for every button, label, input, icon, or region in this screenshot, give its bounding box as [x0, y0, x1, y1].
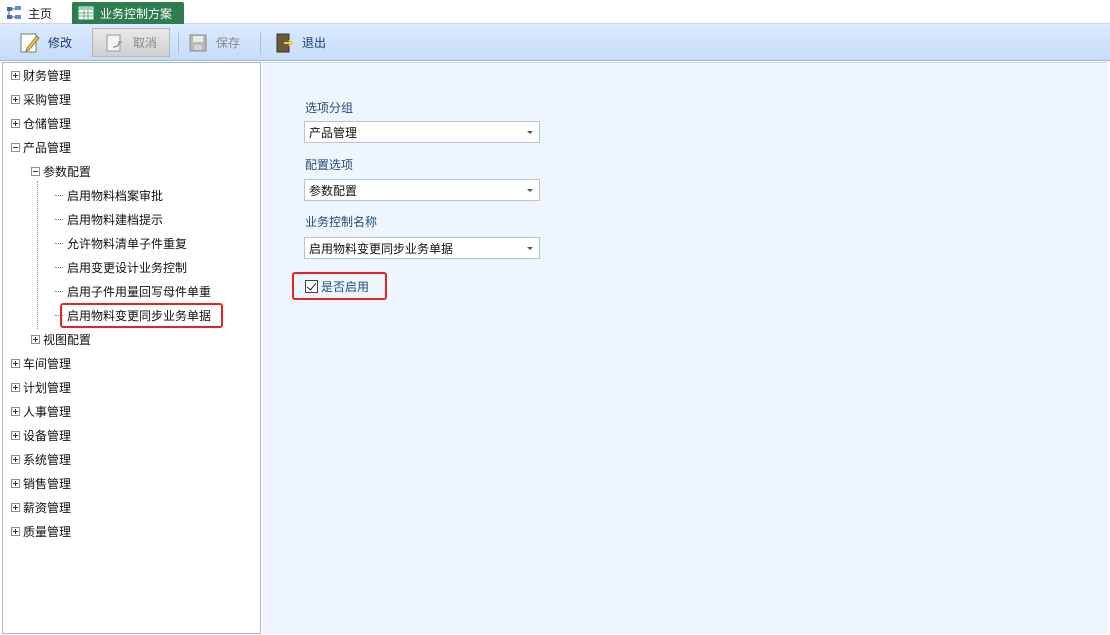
- tree-node[interactable]: 车间管理: [11, 353, 71, 373]
- tree-node[interactable]: 财务管理: [11, 65, 71, 85]
- group-select-value: 产品管理: [309, 125, 358, 140]
- tree-node-label: 人事管理: [23, 404, 72, 419]
- cancel-label: 取消: [133, 36, 158, 50]
- tab-bar: 主页 业务控制方案: [0, 0, 1110, 24]
- tree-node-label: 质量管理: [23, 524, 72, 539]
- tree-line: [37, 181, 38, 329]
- tree-node-label: 仓储管理: [23, 116, 72, 131]
- tree-node-label: 系统管理: [23, 452, 72, 467]
- tree-node-product[interactable]: 产品管理: [11, 137, 71, 157]
- tree-node[interactable]: 设备管理: [11, 425, 71, 445]
- tab-home[interactable]: 主页: [6, 2, 66, 24]
- expand-icon[interactable]: [11, 94, 20, 104]
- edit-icon: [18, 31, 42, 55]
- config-label: 配置选项: [305, 158, 354, 172]
- save-icon: [186, 31, 210, 55]
- chevron-down-icon[interactable]: [521, 238, 539, 258]
- tree-node[interactable]: 仓储管理: [11, 113, 71, 133]
- name-select-value: 启用物料变更同步业务单据: [309, 241, 454, 256]
- config-select[interactable]: 参数配置: [304, 179, 540, 201]
- navigation-tree: 财务管理 采购管理 仓储管理 产品管理 参数配置 启用物料档案审批 启用物料建档…: [2, 62, 261, 634]
- tree-leaf-label: 允许物料清单子件重复: [67, 236, 188, 251]
- enabled-checkbox[interactable]: [305, 280, 318, 293]
- expand-icon[interactable]: [11, 526, 20, 536]
- tree-node-label: 设备管理: [23, 428, 72, 443]
- tree-leaf[interactable]: 启用变更设计业务控制: [55, 257, 187, 277]
- tree-leaf[interactable]: 启用子件用量回写母件单重: [55, 281, 211, 301]
- tree-leaf-label: 启用物料建档提示: [67, 212, 164, 227]
- tab-home-label: 主页: [28, 6, 53, 21]
- exit-button[interactable]: 退出: [272, 28, 342, 57]
- expand-icon[interactable]: [11, 118, 20, 128]
- tree-node-label: 销售管理: [23, 476, 72, 491]
- tree-node-param-config[interactable]: 参数配置: [31, 161, 91, 181]
- name-select[interactable]: 启用物料变更同步业务单据: [304, 237, 540, 259]
- tab-business-control-label: 业务控制方案: [100, 6, 173, 21]
- exit-door-icon: [272, 31, 296, 55]
- save-button[interactable]: 保存: [186, 28, 248, 57]
- expand-icon[interactable]: [31, 334, 40, 344]
- tree-node-label: 参数配置: [43, 164, 92, 179]
- save-label: 保存: [216, 36, 241, 50]
- toolbar: 修改 取消 保存 退出: [0, 24, 1110, 61]
- tree-node[interactable]: 薪资管理: [11, 497, 71, 517]
- tree-leaf-label: 启用物料档案审批: [67, 188, 164, 203]
- tree-node[interactable]: 采购管理: [11, 89, 71, 109]
- toolbar-separator: [260, 32, 261, 54]
- tree-connector: [55, 290, 63, 292]
- chevron-down-icon[interactable]: [521, 180, 539, 200]
- expand-icon[interactable]: [11, 406, 20, 416]
- expand-icon[interactable]: [11, 382, 20, 392]
- tree-node-label: 薪资管理: [23, 500, 72, 515]
- tree-leaf-label: 启用变更设计业务控制: [67, 260, 188, 275]
- expand-icon[interactable]: [11, 502, 20, 512]
- tree-node-label: 财务管理: [23, 68, 72, 83]
- name-label: 业务控制名称: [305, 215, 378, 229]
- tree-node-label: 产品管理: [23, 140, 72, 155]
- tree-connector: [55, 242, 63, 244]
- tree-node[interactable]: 系统管理: [11, 449, 71, 469]
- tree-leaf[interactable]: 启用物料建档提示: [55, 209, 163, 229]
- tree-connector: [55, 266, 63, 268]
- tree-node[interactable]: 质量管理: [11, 521, 71, 541]
- cancel-button[interactable]: 取消: [92, 28, 170, 57]
- chevron-down-icon[interactable]: [521, 122, 539, 142]
- tree-node-label: 采购管理: [23, 92, 72, 107]
- tree-node-label: 车间管理: [23, 356, 72, 371]
- enabled-label: 是否启用: [321, 280, 370, 294]
- tab-business-control[interactable]: 业务控制方案: [72, 2, 184, 24]
- collapse-icon[interactable]: [11, 142, 20, 152]
- tree-node[interactable]: 人事管理: [11, 401, 71, 421]
- exit-label: 退出: [302, 36, 327, 50]
- expand-icon[interactable]: [11, 454, 20, 464]
- tree-node-label: 视图配置: [43, 332, 92, 347]
- tree-connector: [55, 194, 63, 196]
- group-select[interactable]: 产品管理: [304, 121, 540, 143]
- tree-connector: [55, 218, 63, 220]
- edit-label: 修改: [48, 36, 73, 50]
- tree-node-label: 计划管理: [23, 380, 72, 395]
- collapse-icon[interactable]: [31, 166, 40, 176]
- undo-icon: [103, 31, 127, 55]
- tree-leaf[interactable]: 启用物料档案审批: [55, 185, 163, 205]
- tree-leaf[interactable]: 允许物料清单子件重复: [55, 233, 187, 253]
- detail-panel: 选项分组 产品管理 配置选项 参数配置 业务控制名称 启用物料变更同步业务单据 …: [262, 62, 1108, 634]
- config-select-value: 参数配置: [309, 183, 358, 198]
- expand-icon[interactable]: [11, 358, 20, 368]
- expand-icon[interactable]: [11, 478, 20, 488]
- tree-leaf-label: 启用子件用量回写母件单重: [67, 284, 212, 299]
- enabled-checkbox-row[interactable]: 是否启用: [305, 278, 369, 295]
- expand-icon[interactable]: [11, 70, 20, 80]
- expand-icon[interactable]: [11, 430, 20, 440]
- group-label: 选项分组: [305, 101, 354, 115]
- toolbar-separator: [178, 32, 179, 54]
- tree-node-view-config[interactable]: 视图配置: [31, 329, 91, 349]
- table-icon: [78, 5, 94, 21]
- tree-node[interactable]: 销售管理: [11, 473, 71, 493]
- tree-node[interactable]: 计划管理: [11, 377, 71, 397]
- sitemap-icon: [6, 5, 22, 21]
- edit-button[interactable]: 修改: [18, 28, 88, 57]
- selection-highlight: [60, 303, 223, 328]
